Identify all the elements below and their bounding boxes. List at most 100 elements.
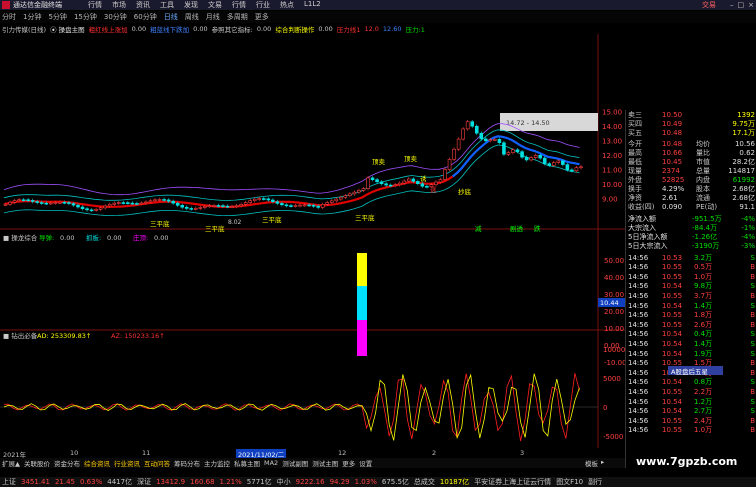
close-icon[interactable]: ×: [748, 1, 754, 9]
trade-button[interactable]: 交易: [702, 0, 716, 10]
period-tab[interactable]: 更多: [255, 12, 269, 22]
date-label: 11: [142, 449, 151, 457]
candle-body: [266, 198, 271, 201]
bottom-tab[interactable]: 筹码分布: [174, 458, 200, 468]
menu-item[interactable]: 行情: [88, 0, 102, 10]
expand-icon[interactable]: ▸: [601, 458, 604, 468]
candle-body: [416, 181, 420, 184]
flow-pct: -4%: [741, 214, 755, 223]
chart-annotation: 三平底: [262, 215, 282, 224]
period-tab[interactable]: 30分钟: [104, 12, 127, 22]
period-tab[interactable]: 多周期: [227, 12, 248, 22]
minimize-icon[interactable]: –: [730, 1, 734, 9]
tick-volume: 2.4万: [694, 416, 713, 425]
menu-item[interactable]: 市场: [112, 0, 126, 10]
bottom-tab[interactable]: 行业资讯: [114, 458, 140, 468]
tick-direction: B: [750, 426, 755, 435]
candle-body: [39, 202, 44, 204]
quote-value: 0.62: [739, 148, 755, 157]
tick-price: 10.54: [662, 339, 683, 348]
candle-body: [366, 177, 370, 189]
tick-volume: 1.8万: [694, 311, 713, 320]
status-item: 9222.16: [295, 478, 325, 486]
status-item: 675.5亿: [381, 478, 409, 486]
bottom-tab[interactable]: 测试副图: [282, 458, 308, 468]
tick-direction: B: [750, 320, 755, 329]
bottom-tab[interactable]: 扩展▲: [2, 458, 20, 468]
tick-price: 10.54: [662, 349, 683, 358]
menu-item[interactable]: L1L2: [304, 0, 321, 10]
candle-body: [58, 201, 62, 204]
menu-item[interactable]: 资讯: [136, 0, 150, 10]
tick-price: 10.54: [662, 330, 683, 339]
chart-annotation: 逃: [430, 185, 437, 194]
tick-time: 14:56: [628, 311, 649, 320]
bottom-tab[interactable]: 关联股价: [24, 458, 50, 468]
menu-item[interactable]: 工具: [160, 0, 174, 10]
bottom-tab[interactable]: 主力监控: [204, 458, 230, 468]
status-item: 1.03%: [354, 478, 377, 486]
tick-direction: S: [750, 339, 755, 348]
notification-popup[interactable]: A股盘后五星: [668, 366, 723, 376]
menu-item[interactable]: 热点: [280, 0, 294, 10]
tick-time: 14:56: [628, 387, 649, 396]
candle-body: [180, 205, 185, 208]
period-tab[interactable]: 1分钟: [23, 12, 41, 22]
menu-item[interactable]: 发现: [184, 0, 198, 10]
template-tab[interactable]: 模板: [585, 458, 598, 468]
bottom-tab[interactable]: 更多: [342, 458, 355, 468]
flow-pct: -4%: [741, 232, 755, 241]
period-tab[interactable]: 周线: [185, 12, 199, 22]
tick-time: 14:56: [628, 282, 649, 291]
tick-row: 14:56 10.55 0.5万 B: [626, 263, 756, 272]
candle-body: [579, 166, 583, 169]
candle-body: [107, 204, 112, 207]
bottom-tab[interactable]: 私募主图: [234, 458, 260, 468]
candle-body: [443, 169, 447, 180]
maximize-icon[interactable]: □: [738, 1, 745, 9]
period-tab[interactable]: 5分钟: [48, 12, 66, 22]
bottom-tab[interactable]: 资金分布: [54, 458, 80, 468]
sub2-axis-label: 0: [603, 404, 607, 412]
kline-chart[interactable]: 15.00 14.00 13.00 12.00 11.00 10.00 9.00 14.72 …: [0, 34, 625, 449]
candle-body: [352, 191, 357, 195]
sub1-header-item: ■ 操龙综合: [3, 233, 38, 242]
ask-label: 买五: [628, 128, 642, 137]
quote-value: 52825: [662, 175, 685, 184]
candle-body: [388, 184, 393, 187]
tick-volume: 0.5万: [694, 263, 713, 272]
period-tab[interactable]: 日线: [164, 12, 178, 22]
bottom-tab[interactable]: 互动问答: [144, 458, 170, 468]
candle-body: [289, 205, 293, 207]
menu-item[interactable]: 文易: [208, 0, 222, 10]
period-tab[interactable]: 15分钟: [74, 12, 97, 22]
tick-row: 14:56 10.55 1.0万 B: [626, 272, 756, 281]
menu-item[interactable]: 行情: [232, 0, 246, 10]
period-tab[interactable]: 分时: [2, 12, 16, 22]
candle-body: [230, 206, 234, 208]
tick-time: 14:56: [628, 301, 649, 310]
ask-row: 买五 10.48 17.1万: [626, 128, 756, 137]
status-item: 上证: [2, 478, 16, 486]
tick-direction: B: [750, 291, 755, 300]
bottom-tab[interactable]: 测试主图: [312, 458, 338, 468]
menu-item[interactable]: 行业: [256, 0, 270, 10]
quote-row: 现量 2374 总量 114817: [626, 166, 756, 175]
period-tab[interactable]: 60分钟: [134, 12, 157, 22]
candle-body: [298, 204, 302, 207]
candle-body: [198, 207, 203, 209]
period-tab[interactable]: 月线: [206, 12, 220, 22]
price-axis-label: 9.00: [602, 196, 618, 204]
bottom-tab[interactable]: 综合资讯: [84, 458, 110, 468]
sub1-header-item: 0.00: [107, 234, 121, 242]
bottom-tab[interactable]: 设置: [359, 458, 372, 468]
candle-body: [44, 202, 49, 205]
candle-body: [103, 205, 107, 209]
quote-row: 最低 10.45 市值 28.2亿: [626, 157, 756, 166]
tick-row: 14:56 10.55 3.7万 B: [626, 291, 756, 300]
quote-value: 10.48: [662, 139, 683, 148]
tick-row: 14:56 10.54 1.9万 S: [626, 349, 756, 358]
tick-volume: 1.2万: [694, 397, 713, 406]
candle-body: [30, 200, 35, 202]
bottom-tab[interactable]: MA2: [264, 459, 278, 467]
